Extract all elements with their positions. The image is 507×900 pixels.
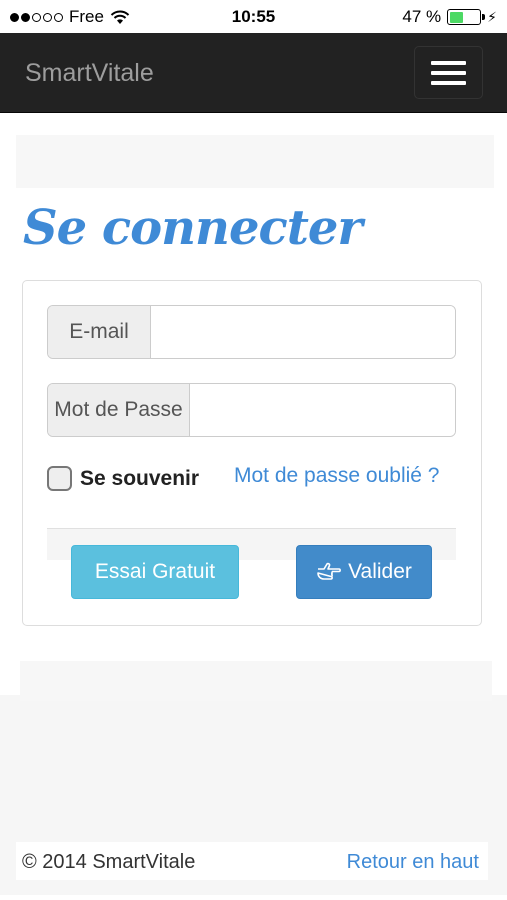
page-title: Se connecter [23, 200, 363, 256]
status-bar-right: 47 % ⚡ [402, 7, 497, 27]
status-bar: Free 10:55 47 % ⚡ [0, 0, 507, 33]
navbar: SmartVitale [0, 33, 507, 113]
remember-me[interactable]: Se souvenir [47, 466, 199, 491]
remember-label[interactable]: Se souvenir [80, 467, 199, 491]
navbar-brand[interactable]: SmartVitale [25, 59, 154, 88]
battery-percent: 47 % [402, 7, 442, 26]
copyright-text: © 2014 SmartVitale [22, 851, 196, 873]
hamburger-icon [431, 60, 466, 65]
password-field[interactable] [190, 384, 455, 436]
email-field[interactable] [151, 306, 455, 358]
email-label: E-mail [48, 306, 151, 358]
submit-button[interactable]: Valider [296, 545, 432, 599]
back-to-top-link[interactable]: Retour en haut [347, 851, 479, 874]
header-block [16, 135, 494, 188]
lower-block [20, 661, 492, 701]
hand-pointer-icon [317, 562, 342, 580]
password-label: Mot de Passe [48, 384, 190, 436]
footer: © 2014 SmartVitale Retour en haut [16, 842, 488, 880]
battery-icon [447, 9, 486, 25]
charging-bolt-icon: ⚡ [487, 8, 497, 25]
menu-toggle-button[interactable] [414, 46, 483, 99]
free-trial-button[interactable]: Essai Gratuit [71, 545, 239, 599]
email-input-group: E-mail [47, 305, 456, 359]
password-input-group: Mot de Passe [47, 383, 456, 437]
free-trial-label: Essai Gratuit [94, 560, 216, 583]
battery-level [449, 11, 464, 23]
remember-checkbox[interactable] [47, 466, 72, 491]
forgot-password-link[interactable]: Mot de passe oublié ? [234, 464, 439, 488]
submit-label: Valider [348, 560, 412, 583]
